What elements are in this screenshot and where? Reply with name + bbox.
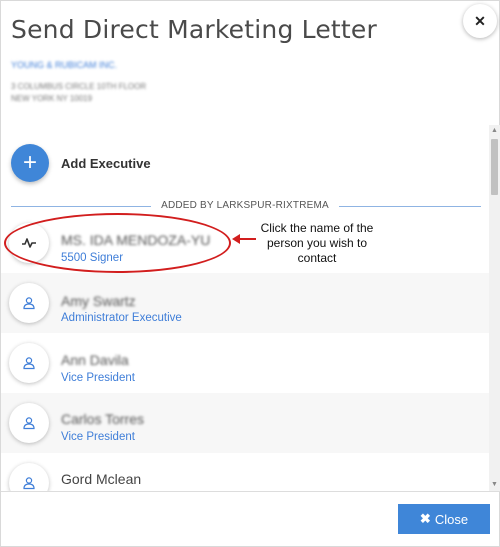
close-icon[interactable]: ✕ — [463, 4, 497, 38]
user-icon — [9, 343, 49, 383]
annotation-text: Click the name of the person you wish to… — [260, 221, 374, 265]
dialog-title: Send Direct Marketing Letter — [11, 15, 377, 44]
add-executive-button[interactable]: + — [11, 144, 49, 182]
scroll-up-arrow-icon[interactable]: ▲ — [489, 125, 500, 137]
contact-role: Vice President — [61, 372, 135, 384]
contact-role: Vice President — [61, 431, 135, 443]
footer-divider — [1, 491, 500, 492]
section-divider-left — [11, 206, 151, 207]
user-icon — [9, 403, 49, 443]
contact-row[interactable]: Amy Swartz Administrator Executive — [1, 273, 489, 333]
close-button-label: Close — [434, 511, 469, 527]
company-address-line1: 3 COLUMBUS CIRCLE 10TH FLOOR — [11, 82, 147, 91]
company-address-line2: NEW YORK NY 10019 — [11, 94, 93, 103]
add-executive-label[interactable]: Add Executive — [61, 156, 151, 171]
dialog: Send Direct Marketing Letter ✕ YOUNG & R… — [0, 0, 500, 547]
plus-icon: + — [22, 149, 37, 176]
company-name[interactable]: YOUNG & RUBICAM INC. — [11, 60, 117, 70]
contact-name[interactable]: Carlos Torres — [61, 411, 144, 427]
close-x-icon: ✖ — [419, 511, 431, 526]
contact-name[interactable]: Gord Mclean — [61, 471, 141, 487]
section-label: ADDED BY LARKSPUR-RIXTREMA — [151, 200, 339, 211]
contact-row[interactable]: Gord Mclean — [1, 453, 489, 491]
scrollbar[interactable]: ▲ ▼ — [489, 125, 500, 491]
close-button[interactable]: ✖ Close — [398, 504, 490, 534]
contact-name[interactable]: Ann Davila — [61, 352, 129, 368]
user-icon — [9, 463, 49, 491]
contact-row[interactable]: Carlos Torres Vice President — [1, 393, 489, 453]
user-icon — [9, 283, 49, 323]
highlight-ellipse — [4, 213, 231, 273]
contact-role: Administrator Executive — [61, 312, 182, 324]
scroll-down-arrow-icon[interactable]: ▼ — [489, 479, 500, 491]
scrollbar-thumb[interactable] — [491, 139, 498, 195]
contact-name[interactable]: Amy Swartz — [61, 293, 136, 309]
contact-row[interactable]: Ann Davila Vice President — [1, 333, 489, 393]
section-divider-right — [339, 206, 481, 207]
